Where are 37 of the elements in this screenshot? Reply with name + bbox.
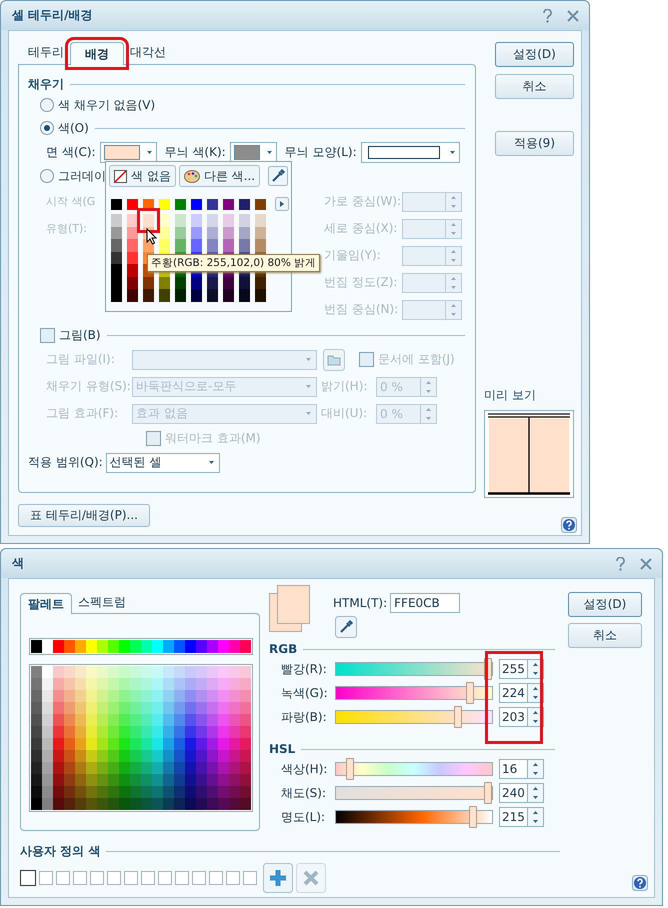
slider-label: 채도(S): (281, 784, 328, 802)
tooltip: 주황(RGB: 255,102,0) 80% 밝게 (147, 254, 320, 272)
checkbox-label: 문서에 포함(J) (378, 351, 455, 368)
field-label: 무늬 모양(L): (284, 144, 357, 160)
dialog-title: 색 (12, 555, 25, 572)
field-label: 유형(T): (46, 221, 88, 236)
field-label: 시작 색(G (46, 194, 96, 209)
field-label: 무늬 색(K): (164, 144, 226, 160)
section-heading: 채우기 (28, 76, 64, 92)
section-heading: HSL (269, 742, 296, 756)
field-label: 세로 중심(X): (324, 220, 398, 237)
field-label: 그림 효과(F): (46, 405, 120, 422)
radio-label: 색 채우기 없음(V) (58, 96, 156, 114)
checkbox-label: 워터마크 효과(M) (165, 430, 261, 446)
field-label: 기울임(Y): (324, 247, 382, 264)
field-label: 적용 범위(Q): (28, 454, 103, 471)
field-label: 번짐 정도(Z): (324, 274, 398, 291)
field-label: 그림 파일(I): (46, 351, 116, 368)
field-label: 채우기 유형(S): (46, 378, 132, 395)
radio-label: 그러데이 (58, 168, 106, 184)
field-label: 가로 중심(W): (324, 193, 402, 210)
checkbox-label: 그림(B) (59, 326, 101, 344)
field-label: 밝기(H): (321, 378, 368, 395)
field-label: 대비(U): (321, 405, 368, 422)
section-heading: RGB (269, 642, 298, 656)
slider-label: 명도(L): (281, 808, 326, 826)
preview-label: 미리 보기 (484, 387, 537, 404)
section-heading: 사용자 정의 색 (20, 842, 100, 860)
dialog-title: 셀 테두리/배경 (12, 7, 94, 24)
slider-label: 색상(H): (281, 760, 328, 778)
field-label: HTML(T): (333, 596, 388, 610)
radio-label: 색(O) (58, 120, 89, 136)
field-label: 면 색(C): (46, 144, 96, 160)
slider-label: 녹색(G): (281, 684, 329, 702)
slider-label: 빨강(R): (281, 660, 328, 678)
slider-label: 파랑(B): (281, 708, 328, 726)
field-label: 번짐 중심(N): (324, 301, 400, 318)
